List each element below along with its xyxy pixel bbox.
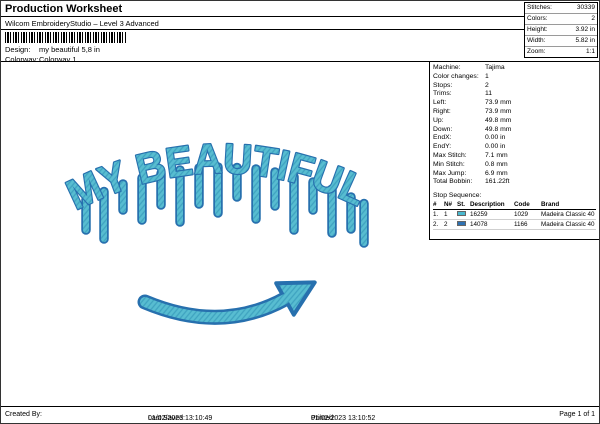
design-label: Design: [5, 45, 39, 54]
info-endy: EndY:0.00 in [433, 143, 596, 152]
page-number: Page 1 of 1 [559, 411, 595, 418]
info-up: Up:49.8 mm [433, 117, 596, 126]
created-by-label: Created By: [5, 411, 42, 418]
design-value: my beautiful 5,8 in [39, 45, 100, 54]
thread-color-swatch [457, 211, 466, 216]
info-left: Left:73.9 mm [433, 99, 596, 108]
info-endx: EndX:0.00 in [433, 134, 596, 143]
design-arrow [145, 282, 315, 317]
stop-sequence-title: Stop Sequence: [433, 191, 596, 200]
design-name-row: Design: my beautiful 5,8 in [1, 44, 525, 54]
machine-info-panel: Machine:Tajima Color changes:1 Stops:2 T… [429, 62, 599, 240]
barcode [5, 32, 127, 43]
worksheet-header: Production Worksheet Wilcom EmbroiderySt… [1, 1, 525, 64]
thread-color-swatch [457, 221, 466, 226]
summary-width: Width:5.82 in [525, 36, 597, 47]
info-down: Down:49.8 mm [433, 126, 596, 135]
barcode-row [1, 30, 525, 44]
summary-colors: Colors:2 [525, 14, 597, 25]
page-title: Production Worksheet [1, 1, 525, 17]
design-summary-box: Stitches:30339 Colors:2 Height:3.92 in W… [524, 2, 598, 58]
info-machine: Machine:Tajima [433, 64, 596, 73]
summary-height: Height:3.92 in [525, 25, 597, 36]
info-trims: Trims:11 [433, 90, 596, 99]
info-stops: Stops:2 [433, 82, 596, 91]
stop-sequence-row: 1. 1 16259 1029 Madeira Classic 40 [433, 210, 596, 220]
stop-sequence-header: # N# St. Description Code Brand [433, 200, 596, 210]
production-worksheet-page: Production Worksheet Wilcom EmbroiderySt… [0, 0, 600, 424]
embroidery-design-preview: MY BEAUTIFUL [1, 62, 430, 407]
info-right: Right:73.9 mm [433, 108, 596, 117]
summary-zoom: Zoom:1:1 [525, 47, 597, 57]
info-max-stitch: Max Stitch:7.1 mm [433, 152, 596, 161]
info-min-stitch: Min Stitch:0.8 mm [433, 161, 596, 170]
info-color-changes: Color changes:1 [433, 73, 596, 82]
info-max-jump: Max Jump:6.9 mm [433, 170, 596, 179]
summary-stitches: Stitches:30339 [525, 3, 597, 14]
stop-sequence-row: 2. 2 14078 1166 Madeira Classic 40 [433, 220, 596, 230]
worksheet-footer: Created By: Last Saved:01/02/2023 13:10:… [1, 406, 599, 423]
software-name: Wilcom EmbroideryStudio – Level 3 Advanc… [1, 17, 525, 30]
worksheet-body: MY BEAUTIFUL Machine:Tajima Color change… [1, 61, 599, 406]
info-total-bobbin: Total Bobbin:161.22ft [433, 178, 596, 187]
